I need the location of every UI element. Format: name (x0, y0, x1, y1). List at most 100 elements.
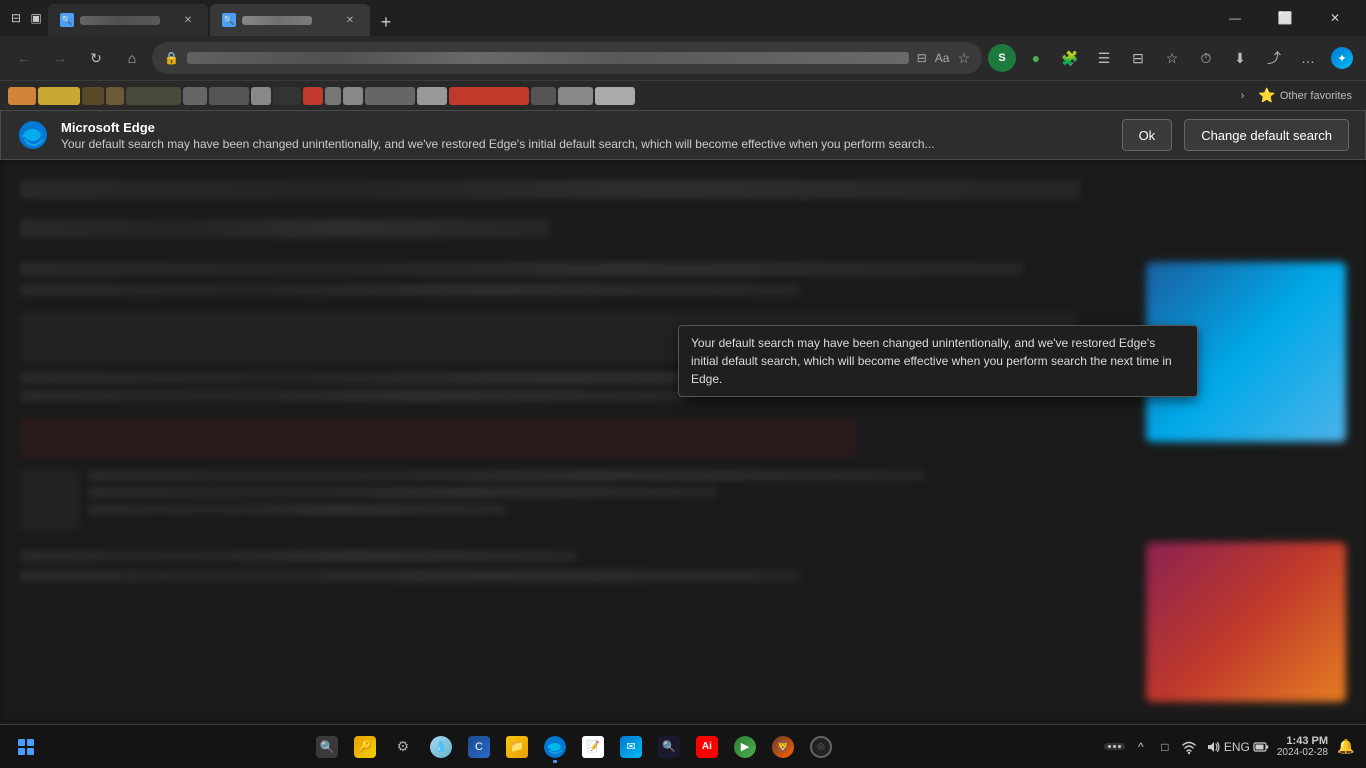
profile-avatar: S (988, 44, 1016, 72)
minimize-button[interactable]: — (1212, 2, 1258, 34)
bookmark-1[interactable] (8, 87, 36, 105)
forward-button[interactable]: → (44, 42, 76, 74)
taskbar-settings-button[interactable]: ⚙ (385, 729, 421, 765)
content-row-10 (20, 550, 1134, 582)
taskbar-search-button[interactable]: 🔍 (309, 729, 345, 765)
tab-bar: 🔍 ✕ 🔍 ✕ + (48, 0, 1208, 36)
tab-manager-button[interactable]: ⊟ (8, 10, 24, 26)
bookmark-17[interactable] (558, 87, 593, 105)
taskbar-icue-button[interactable]: C (461, 729, 497, 765)
bookmark-13[interactable] (365, 87, 415, 105)
bookmark-16[interactable] (531, 87, 556, 105)
bookmark-2[interactable] (38, 87, 80, 105)
bookmark-10[interactable] (303, 87, 323, 105)
start-button[interactable] (8, 729, 44, 765)
taskbar-podcast-button[interactable]: ▶ (727, 729, 763, 765)
green-dot-icon: ● (1020, 42, 1052, 74)
titlebar-controls: — ⬜ ✕ (1212, 2, 1358, 34)
taskbar-notepad-button[interactable]: 📝 (575, 729, 611, 765)
overflow-dot-2 (1113, 745, 1116, 748)
other-favorites-button[interactable]: ⭐ Other favorites (1252, 87, 1358, 104)
notification-bell-button[interactable]: 🔔 (1334, 735, 1358, 759)
history-button[interactable]: ⏱ (1190, 42, 1222, 74)
taskbar-adobe-button[interactable]: Ai (689, 729, 725, 765)
taskbar-dropper-button[interactable]: 💧 (423, 729, 459, 765)
taskbar-app16-button[interactable]: ◎ (803, 729, 839, 765)
search-app-icon: 🔍 (316, 736, 338, 758)
share-button[interactable]: ⤴ (1258, 42, 1290, 74)
more-button[interactable]: … (1292, 42, 1324, 74)
maximize-button[interactable]: ⬜ (1262, 2, 1308, 34)
tab-1-close[interactable]: ✕ (180, 12, 196, 28)
taskbar-edge-button[interactable] (537, 729, 573, 765)
tray-expand-icon[interactable]: ^ (1131, 737, 1151, 757)
other-favorites-label: Other favorites (1280, 90, 1352, 102)
tab-1[interactable]: 🔍 ✕ (48, 4, 208, 36)
content-row-4 (20, 284, 800, 296)
content-row-2 (20, 219, 550, 238)
taskbar-mail-button[interactable]: ✉ (613, 729, 649, 765)
bookmark-7[interactable] (209, 87, 249, 105)
tab-2[interactable]: 🔍 ✕ (210, 4, 370, 36)
navbar: ← → ↻ ⌂ 🔒 ⊟ Aa ☆ S ● 🧩 ☰ ⊟ ☆ ⏱ ⬇ ⤴ … ✦ (0, 36, 1366, 80)
podcast-icon: ▶ (734, 736, 756, 758)
extensions-button[interactable]: 🧩 (1054, 42, 1086, 74)
collections-button[interactable]: ☰ (1088, 42, 1120, 74)
app16-icon: ◎ (810, 736, 832, 758)
home-button[interactable]: ⌂ (116, 42, 148, 74)
tray-notifications-icon[interactable]: □ (1155, 737, 1175, 757)
sidebar-button[interactable]: ⊟ (1122, 42, 1154, 74)
start-icon (18, 739, 34, 755)
close-button[interactable]: ✕ (1312, 2, 1358, 34)
overflow-dot-1 (1108, 745, 1111, 748)
taskbar-explorer-button[interactable]: 📁 (499, 729, 535, 765)
tray-wifi-icon[interactable] (1179, 737, 1199, 757)
new-tab-button[interactable]: + (372, 8, 400, 36)
back-button[interactable]: ← (8, 42, 40, 74)
tray-volume-icon[interactable] (1203, 737, 1223, 757)
notification-ok-button[interactable]: Ok (1122, 119, 1173, 151)
titlebar-left: ⊟ ▣ (8, 10, 44, 26)
downloads-button[interactable]: ⬇ (1224, 42, 1256, 74)
lock-icon: 🔒 (164, 51, 179, 65)
favorites-star-icon[interactable]: ☆ (957, 50, 970, 67)
bookmark-11[interactable] (325, 87, 341, 105)
edge-logo (17, 119, 49, 151)
clock-date: 2024-02-28 (1277, 747, 1328, 758)
bookmark-14[interactable] (417, 87, 447, 105)
taskbar-brave-button[interactable]: 🦁 (765, 729, 801, 765)
taskbar: 🔍 🔑 ⚙ 💧 C 📁 📝 (0, 724, 1366, 768)
tray-battery-icon[interactable] (1251, 737, 1271, 757)
content-row-7 (88, 470, 925, 481)
bookmark-5[interactable] (126, 87, 181, 105)
refresh-button[interactable]: ↻ (80, 42, 112, 74)
notification-body: Your default search may have been change… (61, 137, 1110, 151)
bookmark-12[interactable] (343, 87, 363, 105)
bookmark-18[interactable] (595, 87, 635, 105)
bookmark-4[interactable] (106, 87, 124, 105)
bookmark-8[interactable] (251, 87, 271, 105)
sidebar-image-2 (1146, 542, 1346, 702)
notification-change-search-button[interactable]: Change default search (1184, 119, 1349, 151)
brave-icon: 🦁 (772, 736, 794, 758)
chevron-right-icon: › (1241, 90, 1245, 102)
profile-button[interactable]: S (986, 42, 1018, 74)
system-clock[interactable]: 1:43 PM 2024-02-28 (1277, 735, 1328, 758)
bookmark-6[interactable] (183, 87, 207, 105)
bookmark-3[interactable] (82, 87, 104, 105)
bookmark-15[interactable] (449, 87, 529, 105)
notepad-icon: 📝 (582, 736, 604, 758)
mail-icon: ✉ (620, 736, 642, 758)
address-bar[interactable]: 🔒 ⊟ Aa ☆ (152, 42, 982, 74)
tooltip-text: Your default search may have been change… (691, 336, 1172, 386)
bookmark-9[interactable] (273, 87, 301, 105)
favorites-button[interactable]: ☆ (1156, 42, 1188, 74)
taskbar-prokey-button[interactable]: 🔑 (347, 729, 383, 765)
system-tray-overflow[interactable] (1104, 743, 1125, 750)
bookmarks-more-button[interactable]: › (1235, 90, 1251, 102)
vertical-tabs-button[interactable]: ▣ (28, 10, 44, 26)
tray-keyboard-icon[interactable]: ENG (1227, 737, 1247, 757)
taskbar-lens-button[interactable]: 🔍 (651, 729, 687, 765)
tab-2-close[interactable]: ✕ (342, 12, 358, 28)
edge-copilot-button[interactable]: ✦ (1326, 42, 1358, 74)
